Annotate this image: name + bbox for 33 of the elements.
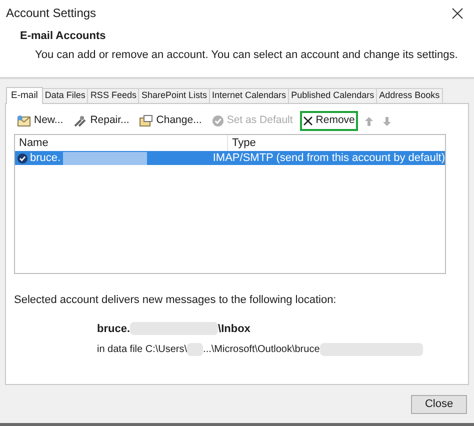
- tab[interactable]: E-mail: [6, 87, 43, 104]
- data-file-path-start: in data file C:\Users\: [97, 343, 188, 357]
- column-header[interactable]: Type: [228, 134, 445, 152]
- close-button[interactable]: Close: [411, 395, 467, 414]
- data-file-path-middle: ...\Microsoft\Outlook\bruce: [203, 343, 320, 357]
- table-cell-text: bruce.: [30, 150, 61, 166]
- section-title: E-mail Accounts: [20, 29, 107, 44]
- document-icon: [139, 115, 154, 127]
- tab[interactable]: Published Calendars: [289, 88, 378, 103]
- tab[interactable]: Internet Calendars: [210, 88, 290, 103]
- tab[interactable]: SharePoint Lists: [139, 88, 210, 103]
- tools-icon: [73, 115, 88, 127]
- repair-button[interactable]: Repair...: [70, 111, 132, 131]
- section-description: You can add or remove an account. You can select an account and change its settings.: [34, 48, 459, 62]
- up-arrow-icon: [364, 116, 373, 126]
- account-row[interactable]: bruce. IMAP/SMTP (send from this account by default): [15, 151, 445, 165]
- remove-button[interactable]: Remove: [300, 111, 358, 131]
- change-button[interactable]: Change...: [136, 111, 205, 131]
- location-caption: Selected account delivers new messages to the following location:: [14, 293, 338, 308]
- close-icon[interactable]: [450, 6, 464, 20]
- folder-path-end: \Inbox: [218, 322, 250, 336]
- blurred-redaction: [187, 343, 204, 356]
- table-cell-text: IMAP/SMTP (send from this account by default): [212, 150, 445, 166]
- window-title: Account Settings: [6, 5, 96, 22]
- folder-path-start: bruce.: [97, 322, 130, 336]
- tab[interactable]: Address Books: [377, 88, 443, 103]
- down-arrow-icon: [382, 116, 391, 126]
- new-button[interactable]: New...: [14, 111, 66, 131]
- tab[interactable]: RSS Feeds: [88, 88, 140, 103]
- tab[interactable]: Data Files: [42, 88, 88, 103]
- close-icon: [302, 116, 313, 126]
- mail-icon: [17, 115, 31, 127]
- check-circle-icon: [212, 115, 224, 127]
